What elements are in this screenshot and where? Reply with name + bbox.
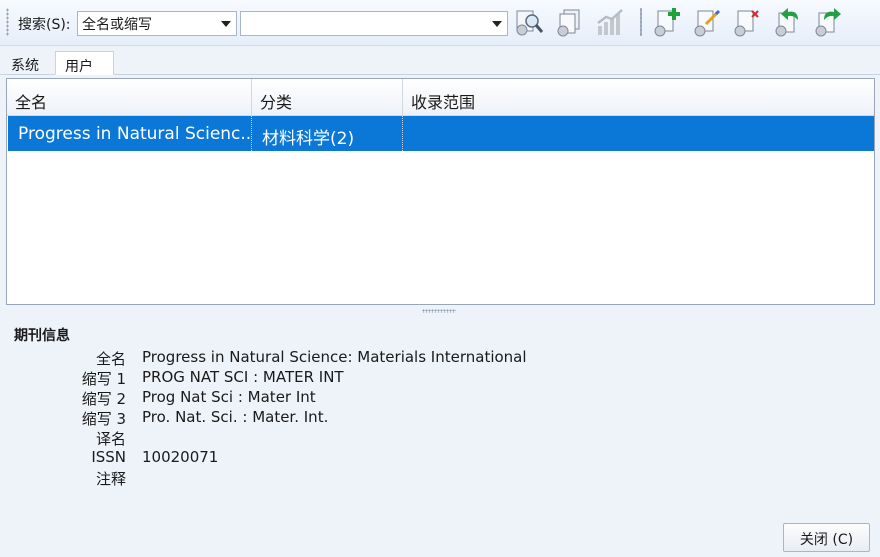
add-icon [654,8,680,37]
info-label: 全名 [95,350,126,368]
import-icon [775,8,798,37]
info-label: 译名 [95,430,126,448]
export-button[interactable] [812,6,844,38]
edit-button[interactable] [691,6,723,38]
row-full-name: Progress in Natural Scienc... [8,116,252,151]
search-field-value: 全名或缩写 [82,17,152,33]
chart-button [594,6,626,38]
info-label: 注释 [95,470,126,488]
tab-user[interactable]: 用户 [55,51,114,75]
copy-button[interactable] [554,6,586,38]
add-button[interactable] [651,6,683,38]
delete-icon [734,10,759,37]
info-title: 期刊信息 [14,328,70,344]
chart-icon [597,9,623,35]
toolbar-grip[interactable] [6,8,9,36]
chevron-down-icon[interactable] [221,21,231,27]
tab-bar: 系统 用户 [0,46,880,75]
search-input[interactable] [240,11,508,36]
row-scope [403,116,874,151]
chevron-down-icon[interactable] [492,21,502,27]
delete-button[interactable] [731,6,763,38]
column-header-scope[interactable]: 收录范围 [403,79,874,115]
info-value: PROG NAT SCI : MATER INT [142,368,344,386]
search-icon [516,10,544,36]
tab-system[interactable]: 系统 [2,51,48,75]
toolbar-separator [640,8,642,36]
copy-icon [557,9,580,37]
export-icon [815,8,841,37]
splitter-handle[interactable] [422,309,456,313]
search-button[interactable] [513,6,545,38]
table-row[interactable]: Progress in Natural Scienc... 材料科学(2) [8,116,874,151]
import-button[interactable] [772,6,804,38]
info-value: 10020071 [142,448,219,466]
edit-icon [694,9,721,37]
row-category: 材料科学(2) [252,116,403,151]
search-label: 搜索(S): [18,17,71,33]
info-label: 缩写 3 [81,410,126,428]
info-label: 缩写 2 [81,390,126,408]
info-label: ISSN [91,448,126,466]
column-header-full-name[interactable]: 全名 [7,79,252,115]
toolbar: 搜索(S): 全名或缩写 [0,0,880,46]
info-label: 缩写 1 [81,370,126,388]
table-header: 全名 分类 收录范围 [7,79,874,116]
info-value: Prog Nat Sci : Mater Int [142,388,316,406]
close-button[interactable]: 关闭 (C) [783,523,870,552]
info-value: Progress in Natural Science: Materials I… [142,348,527,366]
search-field-select[interactable]: 全名或缩写 [77,11,237,36]
journal-table: 全名 分类 收录范围 Progress in Natural Scienc...… [6,78,875,305]
column-header-category[interactable]: 分类 [252,79,403,115]
info-value: Pro. Nat. Sci. : Mater. Int. [142,408,329,426]
